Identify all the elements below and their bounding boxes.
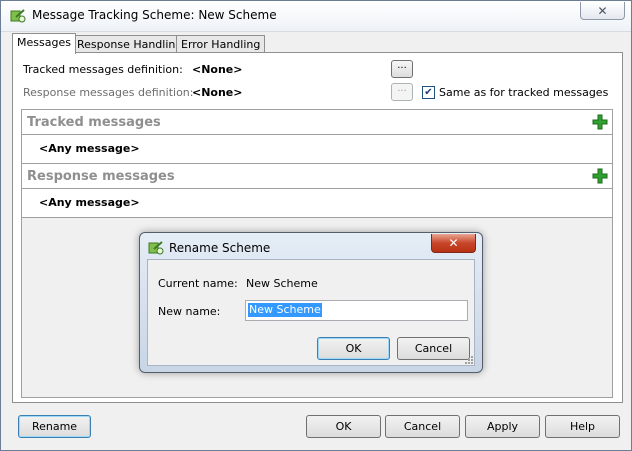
tracked-definition-browse-button[interactable]: ... xyxy=(391,60,413,78)
new-name-input[interactable]: New Scheme xyxy=(245,300,468,321)
tab-label: Response Handling xyxy=(77,38,183,51)
apply-label: Apply xyxy=(486,420,519,433)
dialog-body: Current name: New Scheme New name: New S… xyxy=(147,259,475,366)
response-definition-value: <None> xyxy=(192,86,243,99)
dialog-cancel-button[interactable]: Cancel xyxy=(397,337,470,360)
tracked-definition-label: Tracked messages definition: xyxy=(23,63,183,76)
help-button[interactable]: Help xyxy=(545,415,620,438)
title-bar: Message Tracking Scheme: New Scheme ✕ xyxy=(1,1,631,32)
browse-label: ... xyxy=(397,83,407,94)
tab-response-handling[interactable]: Response Handling xyxy=(72,35,188,53)
ok-button[interactable]: OK xyxy=(306,415,381,438)
new-name-selected-text: New Scheme xyxy=(248,303,322,317)
browse-label: ... xyxy=(397,60,407,71)
tracked-definition-value: <None> xyxy=(192,63,243,76)
rename-label: Rename xyxy=(31,420,78,433)
apply-button[interactable]: Apply xyxy=(465,415,540,438)
ok-label: OK xyxy=(345,342,362,355)
rename-scheme-dialog: Rename Scheme ✕ Current name: New Scheme… xyxy=(139,232,483,373)
message-tracking-scheme-window: Message Tracking Scheme: New Scheme ✕ Me… xyxy=(0,0,632,451)
current-name-value: New Scheme xyxy=(246,277,318,290)
checkmark-icon: ✔ xyxy=(424,87,433,98)
tab-label: Messages xyxy=(17,36,71,49)
resize-grip-icon[interactable] xyxy=(465,356,473,364)
tracked-messages-title: Tracked messages xyxy=(27,115,161,130)
add-response-message-icon[interactable] xyxy=(592,168,608,184)
response-message-item: <Any message> xyxy=(39,196,140,209)
cancel-label: Cancel xyxy=(403,420,442,433)
current-name-label: Current name: xyxy=(158,277,238,290)
tracked-message-item: <Any message> xyxy=(39,142,140,155)
tab-error-handling[interactable]: Error Handling xyxy=(176,35,266,53)
dialog-close-button[interactable]: ✕ xyxy=(431,234,476,253)
close-icon: ✕ xyxy=(448,236,459,250)
dialog-title: Rename Scheme xyxy=(169,241,271,255)
same-as-tracked-label: Same as for tracked messages xyxy=(439,86,609,99)
new-name-label: New name: xyxy=(158,305,221,318)
rename-button[interactable]: Rename xyxy=(18,415,91,438)
response-messages-header: Response messages xyxy=(22,164,612,189)
close-icon: ✕ xyxy=(597,3,608,18)
window-close-button[interactable]: ✕ xyxy=(580,2,625,20)
window-title: Message Tracking Scheme: New Scheme xyxy=(32,8,277,22)
cancel-button[interactable]: Cancel xyxy=(385,415,460,438)
response-definition-label: Response messages definition: xyxy=(23,86,194,99)
same-as-tracked-checkbox[interactable]: ✔ xyxy=(422,86,435,99)
scheme-app-icon xyxy=(10,9,26,23)
cancel-label: Cancel xyxy=(414,342,453,355)
tracked-message-row[interactable]: <Any message> xyxy=(22,135,612,164)
response-definition-browse-button[interactable]: ... xyxy=(391,83,413,101)
response-message-row[interactable]: <Any message> xyxy=(22,189,612,218)
ok-label: OK xyxy=(335,420,352,433)
tab-messages[interactable]: Messages xyxy=(12,33,76,54)
dialog-ok-button[interactable]: OK xyxy=(317,337,390,360)
tab-label: Error Handling xyxy=(181,38,261,51)
tracked-messages-header: Tracked messages xyxy=(22,110,612,135)
scheme-app-icon xyxy=(148,241,164,255)
response-messages-title: Response messages xyxy=(27,169,175,184)
help-label: Help xyxy=(569,420,596,433)
add-tracked-message-icon[interactable] xyxy=(592,114,608,130)
